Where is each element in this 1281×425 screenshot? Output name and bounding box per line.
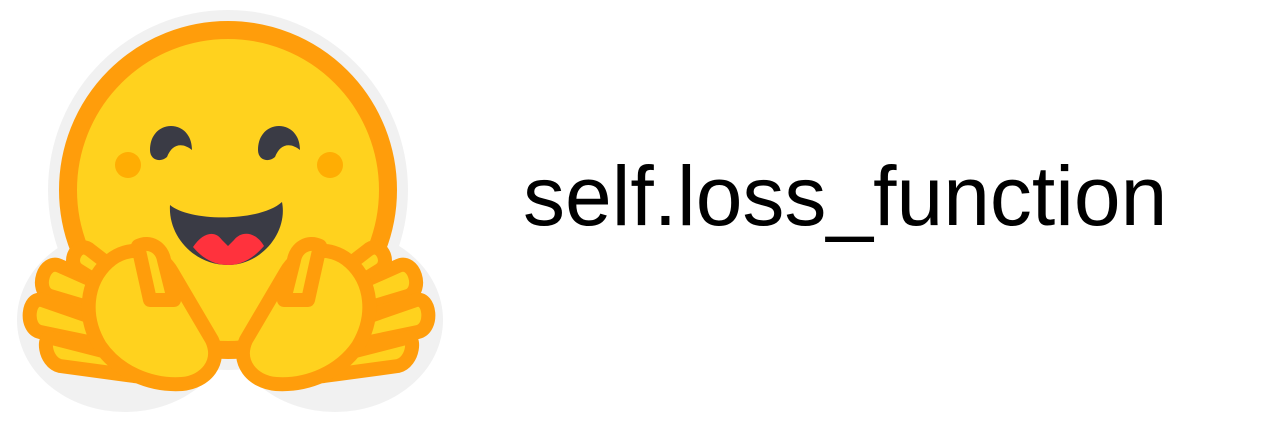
canvas: self.loss_function (0, 0, 1281, 425)
emoji-right-cheek (317, 152, 343, 178)
emoji-left-cheek (115, 152, 141, 178)
caption-text: self.loss_function (523, 149, 1168, 243)
hugging-face-emoji-icon (17, 10, 443, 412)
